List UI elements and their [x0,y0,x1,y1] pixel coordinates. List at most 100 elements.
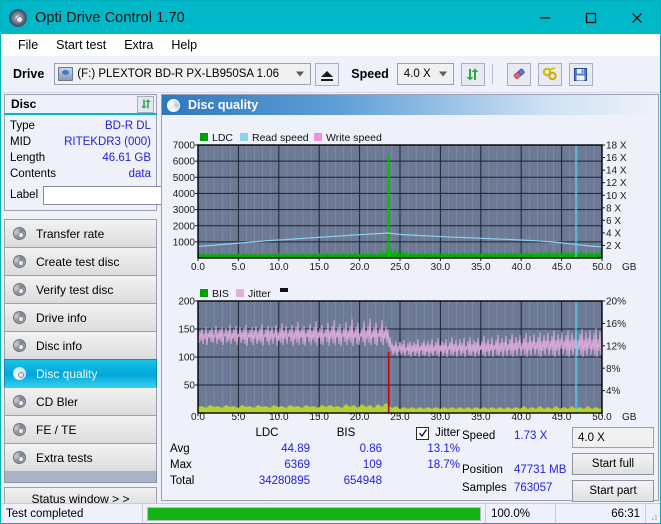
svg-text:10 X: 10 X [606,191,627,202]
svg-text:16%: 16% [606,319,626,330]
title-bar: Opti Drive Control 1.70 [1,1,660,34]
jitter-checkbox[interactable] [416,426,430,440]
svg-text:25.0: 25.0 [390,412,410,421]
svg-text:5.0: 5.0 [231,262,245,273]
svg-text:20%: 20% [606,297,626,308]
tools-button[interactable] [537,62,562,86]
table-row: Total 34280895 654948 [170,473,460,489]
sidebar-item-cd-bler[interactable]: CD Bler [4,387,157,415]
sidebar-item-disc-quality[interactable]: Disc quality [4,359,157,387]
disc-icon [11,422,28,437]
resize-grip-icon[interactable] [646,504,660,523]
disc-icon [11,366,28,381]
speed-label: Speed [351,67,389,81]
table-header-row: LDC BIS Jitter [170,425,460,441]
start-part-button[interactable]: Start part [572,480,654,502]
svg-text:0.0: 0.0 [191,412,205,421]
svg-text:50.0: 50.0 [592,412,612,421]
svg-text:10.0: 10.0 [269,412,289,421]
menu-item-start-test[interactable]: Start test [47,34,115,56]
refresh-button[interactable] [460,62,485,86]
status-message: Test completed [1,504,143,523]
table-row: Max 6369 109 18.7% [170,457,460,473]
disc-row-type: Type BD-R DL [10,118,151,134]
menu-bar: File Start test Extra Help [1,34,660,56]
svg-text:3000: 3000 [173,205,196,216]
speed-select-value: 4.0 X [403,68,431,80]
stats-row-label-max: Max [170,459,192,471]
menu-item-help[interactable]: Help [162,34,206,56]
disc-icon [11,282,28,297]
eject-button[interactable] [315,62,340,86]
column-header-bis: BIS [336,427,356,439]
disc-contents-label: Contents [10,168,57,180]
chevron-down-icon [438,71,447,77]
svg-text:4 X: 4 X [606,228,621,239]
stats-avg-ldc: 44.89 [281,443,310,455]
sidebar-item-verify-test-disc[interactable]: Verify test disc [4,275,157,303]
svg-text:4000: 4000 [173,189,196,200]
sidebar-item-drive-info[interactable]: Drive info [4,303,157,331]
status-bar: Test completed 100.0% 66:31 [1,503,660,523]
disc-panel-body: Type BD-R DL MID RITEKDR3 (000) Length 4… [4,115,245,211]
bottom-chart: 200 150 100 50 20% 16% 12% 8% 4% 0.0 5.0… [178,288,637,421]
sidebar-item-create-test-disc[interactable]: Create test disc [4,247,157,275]
close-button[interactable] [614,1,660,34]
sidebar-item-fe-te[interactable]: FE / TE [4,415,157,443]
stats-avg-bis: 0.86 [359,443,382,455]
svg-text:Read speed: Read speed [252,132,309,144]
erase-button[interactable] [506,62,531,86]
svg-text:45.0: 45.0 [552,412,572,421]
progress-cell [143,504,486,523]
eraser-icon [513,68,525,79]
sidebar-item-label: Transfer rate [36,226,105,241]
start-full-button[interactable]: Start full [572,453,654,475]
svg-text:50: 50 [184,381,196,392]
svg-text:100: 100 [178,353,195,364]
sidebar-item-label: FE / TE [36,422,77,437]
disc-contents-value: data [128,168,151,180]
stats-max-bis: 109 [362,459,382,471]
disc-icon [11,226,28,241]
chevron-down-icon [296,71,305,77]
sidebar-item-label: Verify test disc [36,282,114,297]
disc-panel-header: Disc [4,94,157,115]
disc-refresh-button[interactable] [137,95,154,113]
menu-item-file[interactable]: File [9,34,47,56]
readout-samples-label: Samples [462,482,507,494]
sidebar-filler [4,471,157,483]
disc-row-length: Length 46.61 GB [10,150,151,166]
menu-item-extra[interactable]: Extra [115,34,162,56]
save-button[interactable] [568,62,593,86]
svg-text:Jitter: Jitter [248,288,271,300]
svg-text:7000: 7000 [173,141,196,152]
readout-area: Speed 1.73 X Position 47731 MB Samples 7… [462,427,658,502]
maximize-button[interactable] [568,1,614,34]
disc-icon [11,450,28,465]
table-row: Avg 44.89 0.86 13.1% [170,441,460,457]
sidebar-item-label: Disc info [36,338,83,353]
svg-text:35.0: 35.0 [471,262,491,273]
drive-select[interactable]: (F:) PLEXTOR BD-R PX-LB950SA 1.06 [54,63,312,85]
window-title: Opti Drive Control 1.70 [35,9,185,26]
panel-title: Disc quality [188,98,259,112]
test-speed-select[interactable]: 4.0 X [572,427,654,448]
disc-panel: Disc Type BD-R DL MID RITEKDR3 (000) Len… [4,94,245,211]
speed-select[interactable]: 4.0 X [396,63,454,85]
stats-area: LDC BIS Jitter Avg 44.89 0.86 13.1% Max … [162,423,660,502]
sidebar-item-label: Drive info [36,310,87,325]
svg-text:2 X: 2 X [606,241,621,252]
svg-text:30.0: 30.0 [431,262,451,273]
svg-text:8 X: 8 X [606,203,621,214]
disc-quality-panel: Disc quality 7000 6000 5000 4000 3000 20… [161,94,660,502]
minimize-button[interactable] [522,1,568,34]
disc-panel-title: Disc [11,97,37,111]
disc-icon [167,98,180,112]
top-chart: 7000 6000 5000 4000 3000 2000 1000 18 X … [173,132,637,273]
svg-text:1000: 1000 [173,237,196,248]
sidebar-item-disc-info[interactable]: Disc info [4,331,157,359]
sidebar-item-extra-tests[interactable]: Extra tests [4,443,157,471]
disc-label-row: Label [10,185,245,205]
sidebar-item-label: Disc quality [36,366,98,381]
sidebar-item-transfer-rate[interactable]: Transfer rate [4,219,157,247]
